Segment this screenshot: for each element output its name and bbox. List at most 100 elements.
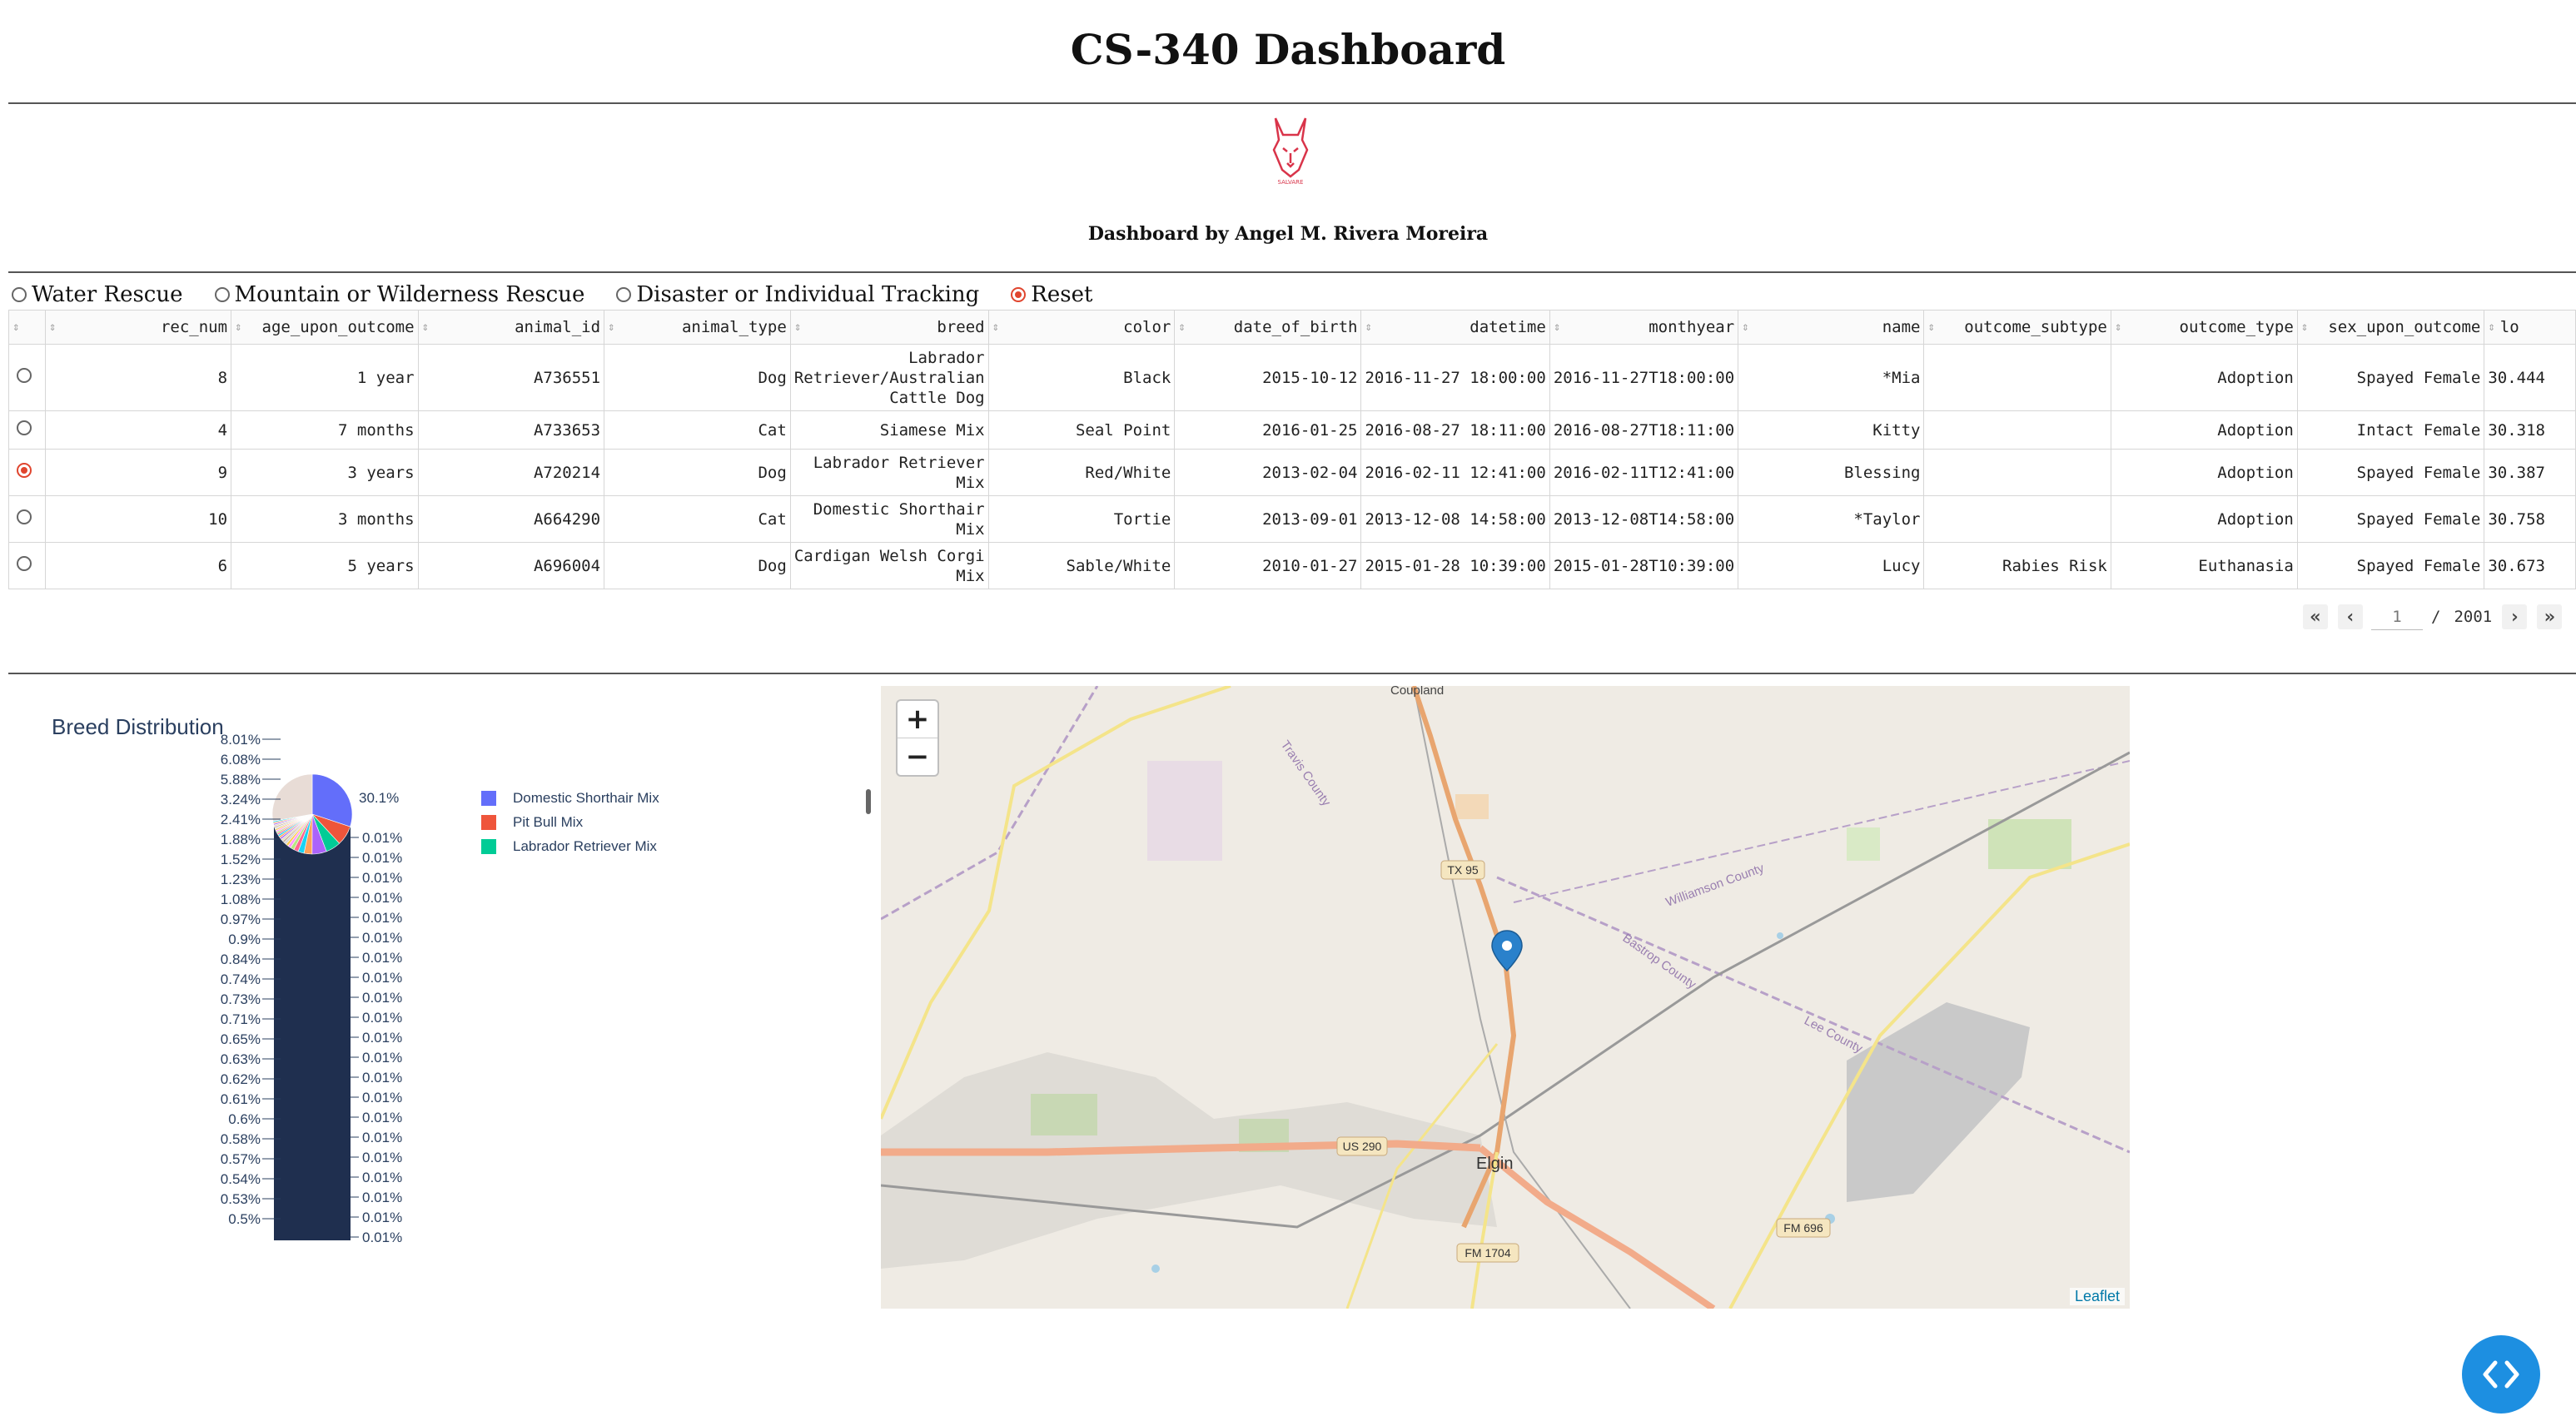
cell-outcome-type[interactable]: Adoption xyxy=(2110,410,2298,450)
row-select-radio[interactable] xyxy=(8,495,46,543)
cell-dob[interactable]: 2016-01-25 xyxy=(1174,410,1362,450)
cell-color[interactable]: Seal Point xyxy=(987,410,1176,450)
sort-icon[interactable]: ⇕ xyxy=(2301,318,2308,336)
cell-outcome-subtype[interactable] xyxy=(1923,449,2111,496)
column-header[interactable]: ⇕ sex_upon_outcome xyxy=(2296,310,2485,345)
cell-dob[interactable]: 2010-01-27 xyxy=(1174,542,1362,589)
column-header[interactable]: ⇕ name xyxy=(1738,310,1925,345)
column-header[interactable]: ⇕ animal_type xyxy=(604,310,791,345)
cell-animal-type[interactable]: Dog xyxy=(604,344,791,411)
cell-outcome-type[interactable]: Adoption xyxy=(2110,495,2298,543)
radio-circle-icon[interactable] xyxy=(17,509,32,524)
column-header[interactable]: ⇕ outcome_subtype xyxy=(1923,310,2111,345)
filter-mountain-rescue[interactable]: Mountain or Wilderness Rescue xyxy=(214,282,584,307)
first-page-icon[interactable]: « xyxy=(2303,604,2328,629)
cell-color[interactable]: Sable/White xyxy=(987,542,1176,589)
cell-animal-id[interactable]: A664290 xyxy=(417,495,605,543)
cell-dob[interactable]: 2015-10-12 xyxy=(1174,344,1362,411)
cell-animal-type[interactable]: Dog xyxy=(604,542,791,589)
cell-animal-id[interactable]: A696004 xyxy=(417,542,605,589)
cell-age[interactable]: 5 years xyxy=(231,542,419,589)
cell-breed[interactable]: Siamese Mix xyxy=(789,410,989,450)
sort-icon[interactable]: ⇕ xyxy=(1365,318,1371,336)
cell-rec-num[interactable]: 10 xyxy=(44,495,232,543)
cell-breed[interactable]: Domestic Shorthair Mix xyxy=(789,495,989,543)
cell-name[interactable]: Kitty xyxy=(1738,410,1925,450)
filter-water-rescue[interactable]: Water Rescue xyxy=(12,282,183,307)
cell-color[interactable]: Black xyxy=(987,344,1176,411)
last-page-icon[interactable]: » xyxy=(2537,604,2563,629)
chart-scroll-handle[interactable] xyxy=(866,789,871,814)
map-marker-icon[interactable] xyxy=(1491,930,1523,972)
cell-monthyear[interactable]: 2016-11-27T18:00:00 xyxy=(1549,344,1739,411)
sort-icon[interactable]: ⇕ xyxy=(992,318,999,336)
cell-outcome-type[interactable]: Euthanasia xyxy=(2110,542,2298,589)
table-row[interactable]: 8 1 year A736551 Dog Labrador Retriever/… xyxy=(8,344,2576,411)
cell-age[interactable]: 3 years xyxy=(231,449,419,496)
sort-icon[interactable]: ⇕ xyxy=(1178,318,1185,336)
cell-dob[interactable]: 2013-09-01 xyxy=(1174,495,1362,543)
sort-icon[interactable]: ⇕ xyxy=(235,318,241,336)
cell-animal-id[interactable]: A733653 xyxy=(417,410,605,450)
radio-circle-icon[interactable] xyxy=(616,287,632,302)
cell-dob[interactable]: 2013-02-04 xyxy=(1174,449,1362,496)
zoom-out-button[interactable]: − xyxy=(898,738,937,775)
column-header[interactable]: ⇕ monthyear xyxy=(1549,310,1739,345)
radio-circle-checked-icon[interactable] xyxy=(1011,287,1027,302)
table-row[interactable]: 6 5 years A696004 Dog Cardigan Welsh Cor… xyxy=(8,542,2576,589)
cell-sex[interactable]: Spayed Female xyxy=(2296,542,2485,589)
cell-location[interactable]: 30.318 xyxy=(2484,410,2576,450)
cell-animal-id[interactable]: A720214 xyxy=(417,449,605,496)
cell-rec-num[interactable]: 4 xyxy=(44,410,232,450)
row-select-radio[interactable] xyxy=(8,344,46,411)
cell-name[interactable]: *Mia xyxy=(1738,344,1925,411)
cell-name[interactable]: *Taylor xyxy=(1738,495,1925,543)
cell-outcome-subtype[interactable]: Rabies Risk xyxy=(1923,542,2111,589)
radio-circle-checked-icon[interactable] xyxy=(17,463,32,478)
next-page-icon[interactable]: › xyxy=(2502,604,2528,629)
cell-outcome-subtype[interactable] xyxy=(1923,344,2111,411)
map-tiles[interactable]: Coupland Travis County Williamson County… xyxy=(881,686,2130,1309)
sort-icon[interactable]: ⇕ xyxy=(422,318,429,336)
cell-name[interactable]: Lucy xyxy=(1738,542,1925,589)
prev-page-icon[interactable]: ‹ xyxy=(2338,604,2363,629)
zoom-in-button[interactable]: + xyxy=(898,701,937,738)
column-header[interactable]: ⇕ date_of_birth xyxy=(1174,310,1362,345)
column-header[interactable]: ⇕ animal_id xyxy=(417,310,605,345)
column-header[interactable]: ⇕ outcome_type xyxy=(2110,310,2298,345)
cell-age[interactable]: 3 months xyxy=(231,495,419,543)
map-attribution-link[interactable]: Leaflet xyxy=(2069,1288,2125,1305)
sort-icon[interactable]: ⇕ xyxy=(2115,318,2121,336)
cell-sex[interactable]: Spayed Female xyxy=(2296,449,2485,496)
cell-datetime[interactable]: 2016-11-27 18:00:00 xyxy=(1360,344,1550,411)
cell-rec-num[interactable]: 8 xyxy=(44,344,232,411)
cell-monthyear[interactable]: 2016-02-11T12:41:00 xyxy=(1549,449,1739,496)
cell-rec-num[interactable]: 9 xyxy=(44,449,232,496)
sort-icon[interactable]: ⇕ xyxy=(12,318,19,336)
radio-circle-icon[interactable] xyxy=(17,556,32,571)
cell-outcome-type[interactable]: Adoption xyxy=(2110,449,2298,496)
filter-reset[interactable]: Reset xyxy=(1011,282,1092,307)
cell-sex[interactable]: Intact Female xyxy=(2296,410,2485,450)
sort-icon[interactable]: ⇕ xyxy=(794,318,801,336)
column-header[interactable]: ⇕ datetime xyxy=(1360,310,1550,345)
cell-datetime[interactable]: 2016-08-27 18:11:00 xyxy=(1360,410,1550,450)
cell-monthyear[interactable]: 2013-12-08T14:58:00 xyxy=(1549,495,1739,543)
cell-color[interactable]: Red/White xyxy=(987,449,1176,496)
cell-breed[interactable]: Cardigan Welsh Corgi Mix xyxy=(789,542,989,589)
cell-datetime[interactable]: 2016-02-11 12:41:00 xyxy=(1360,449,1550,496)
cell-datetime[interactable]: 2015-01-28 10:39:00 xyxy=(1360,542,1550,589)
row-select-radio[interactable] xyxy=(8,410,46,450)
cell-outcome-subtype[interactable] xyxy=(1923,410,2111,450)
cell-outcome-type[interactable]: Adoption xyxy=(2110,344,2298,411)
cell-sex[interactable]: Spayed Female xyxy=(2296,495,2485,543)
filter-disaster-tracking[interactable]: Disaster or Individual Tracking xyxy=(616,282,979,307)
row-select-radio[interactable] xyxy=(8,542,46,589)
radio-circle-icon[interactable] xyxy=(17,420,32,435)
cell-location[interactable]: 30.758 xyxy=(2484,495,2576,543)
table-row[interactable]: 9 3 years A720214 Dog Labrador Retriever… xyxy=(8,449,2576,496)
radio-circle-icon[interactable] xyxy=(214,287,230,302)
column-header[interactable]: ⇕ age_upon_outcome xyxy=(231,310,419,345)
cell-location[interactable]: 30.673 xyxy=(2484,542,2576,589)
cell-monthyear[interactable]: 2015-01-28T10:39:00 xyxy=(1549,542,1739,589)
